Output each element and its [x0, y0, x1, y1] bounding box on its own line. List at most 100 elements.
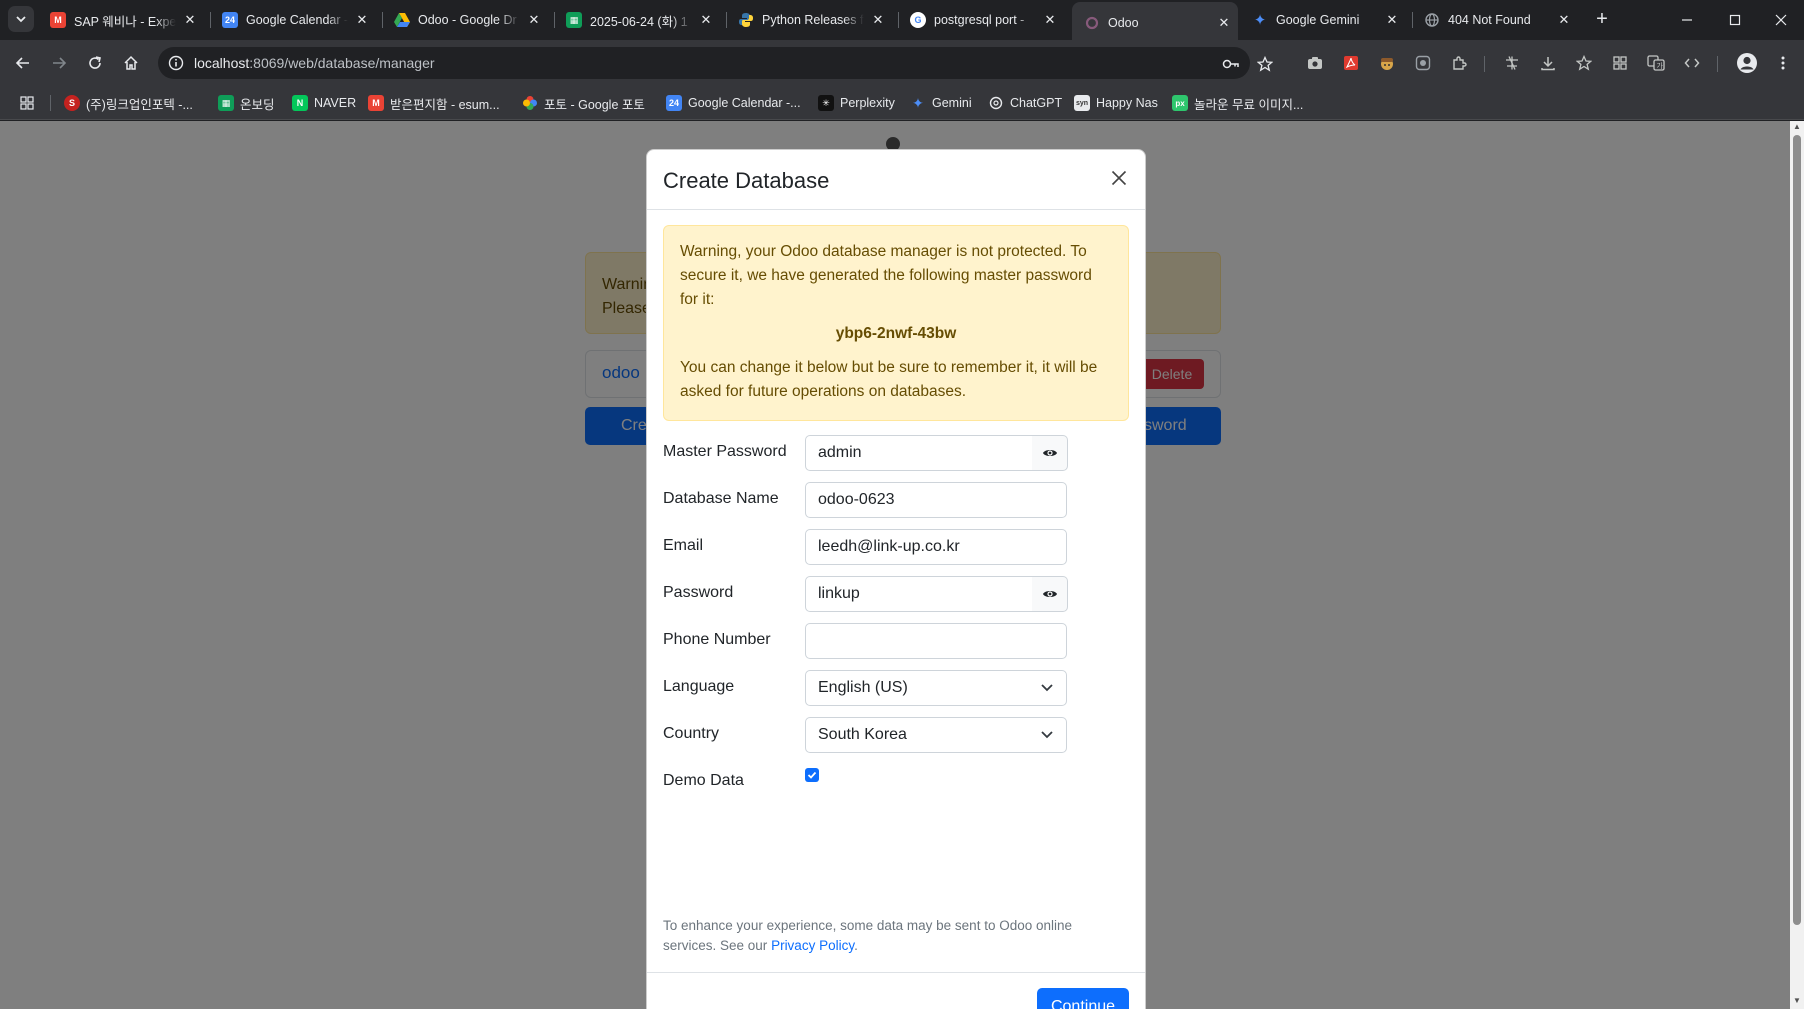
scroll-down-icon[interactable]: ▼: [1793, 997, 1801, 1005]
arrow-left-icon: [15, 57, 29, 69]
url-text[interactable]: localhost:8069/web/database/manager: [194, 55, 435, 71]
privacy-policy-link[interactable]: Privacy Policy: [771, 938, 854, 953]
phone-input[interactable]: [805, 623, 1067, 659]
tab-title: Python Releases fo: [762, 13, 864, 27]
tab-postgresql-port[interactable]: G postgresql port - ✕: [904, 6, 1064, 34]
continue-button[interactable]: Continue: [1037, 988, 1129, 1009]
bookmark-perplexity[interactable]: ✳ Perplexity: [818, 94, 895, 112]
gemini-icon: ✦: [1253, 12, 1267, 29]
close-icon[interactable]: ✕: [1042, 12, 1058, 28]
extensions-puzzle-icon[interactable]: [1448, 52, 1470, 74]
language-label: Language: [663, 678, 735, 695]
tab-google-calendar[interactable]: 24 Google Calendar - ✕: [216, 6, 376, 34]
gmail-icon: M: [50, 12, 66, 28]
tab-python-releases[interactable]: Python Releases fo ✕: [732, 6, 892, 34]
language-selected-value: English (US): [818, 679, 908, 696]
password-toggle[interactable]: [1032, 576, 1068, 612]
password-row: Password linkup: [663, 576, 1129, 612]
performance-icon[interactable]: [1501, 52, 1523, 74]
tab-odoo[interactable]: Odoo ✕: [1072, 2, 1238, 40]
close-icon[interactable]: ✕: [1216, 15, 1232, 31]
close-icon[interactable]: ✕: [1384, 12, 1400, 28]
bookmark-naver[interactable]: N NAVER: [292, 94, 356, 112]
address-bar[interactable]: localhost:8069/web/database/manager: [158, 47, 1250, 79]
page-viewport: Warnin Please odoo Delete Cre ssword Cre…: [0, 121, 1790, 1009]
scroll-up-icon[interactable]: ▲: [1793, 123, 1801, 131]
reload-button[interactable]: [82, 50, 108, 76]
linkup-icon: S: [64, 95, 80, 111]
new-tab-button[interactable]: +: [1590, 8, 1614, 32]
camera-icon[interactable]: [1304, 52, 1326, 74]
minimize-button[interactable]: [1664, 0, 1710, 40]
tab-search-button[interactable]: [8, 6, 34, 32]
bookmark-gemini[interactable]: ✦ Gemini: [910, 94, 972, 112]
forward-button[interactable]: [46, 50, 72, 76]
master-password-toggle[interactable]: [1032, 435, 1068, 471]
close-icon[interactable]: ✕: [698, 12, 714, 28]
home-button[interactable]: [118, 50, 144, 76]
close-icon[interactable]: ✕: [354, 12, 370, 28]
tab-sap[interactable]: M SAP 웨비나 - Expe ✕: [44, 6, 204, 34]
bookmark-label: ChatGPT: [1010, 96, 1063, 110]
bookmark-pixabay[interactable]: px 놀라운 무료 이미지...: [1172, 94, 1303, 112]
calendar-icon: 24: [666, 95, 682, 111]
master-password-input[interactable]: admin: [805, 435, 1033, 471]
database-name-input[interactable]: odoo-0623: [805, 482, 1067, 518]
synology-icon: syn: [1074, 95, 1090, 111]
close-icon[interactable]: ✕: [870, 12, 886, 28]
code-icon[interactable]: [1681, 52, 1703, 74]
pdf-icon[interactable]: [1340, 52, 1362, 74]
download-icon[interactable]: [1537, 52, 1559, 74]
country-row: Country South Korea: [663, 717, 1129, 753]
email-label: Email: [663, 537, 704, 554]
language-select[interactable]: English (US): [805, 670, 1067, 706]
bookmark-star-icon[interactable]: [1256, 55, 1274, 73]
bookmark-chatgpt[interactable]: ChatGPT: [988, 94, 1062, 112]
apps-grid-icon[interactable]: [1609, 52, 1631, 74]
bookmark-inbox[interactable]: M 받은편지함 - esum...: [368, 94, 500, 112]
country-label: Country: [663, 725, 720, 742]
tab-title: Odoo: [1108, 16, 1139, 30]
tab-odoo-drive[interactable]: Odoo - Google Dr ✕: [388, 6, 548, 34]
email-input[interactable]: leedh@link-up.co.kr: [805, 529, 1067, 565]
bookmark-label: Gemini: [932, 96, 972, 110]
browser-menu-icon[interactable]: [1772, 52, 1794, 74]
close-icon[interactable]: ✕: [526, 12, 542, 28]
svg-text:가: 가: [1657, 61, 1664, 70]
country-select[interactable]: South Korea: [805, 717, 1067, 753]
bookmark-linkup[interactable]: S (주)링크업인포텍 -...: [64, 94, 193, 112]
close-icon[interactable]: ✕: [1556, 12, 1572, 28]
tab-divider: [1412, 12, 1413, 28]
tab-google-gemini[interactable]: ✦ Google Gemini ✕: [1246, 6, 1406, 34]
password-key-icon[interactable]: [1222, 55, 1240, 73]
bookmark-happy-nas[interactable]: syn Happy Nas: [1074, 94, 1158, 112]
tab-title: Google Gemini: [1276, 13, 1360, 27]
phone-row: Phone Number: [663, 623, 1129, 659]
scroll-thumb[interactable]: [1793, 135, 1801, 925]
extension-character-icon[interactable]: [1376, 52, 1398, 74]
bookmark-onboarding[interactable]: ▦ 온보딩: [218, 94, 275, 112]
modal-close-button[interactable]: [1107, 166, 1131, 190]
bookmark-label: Perplexity: [840, 96, 895, 110]
back-button[interactable]: [10, 50, 36, 76]
apps-icon[interactable]: [18, 94, 36, 112]
translate-icon[interactable]: 가: [1645, 52, 1667, 74]
window-close-button[interactable]: [1758, 0, 1804, 40]
tab-sheet-2025[interactable]: ▦ 2025-06-24 (화) 1 ✕: [560, 6, 720, 34]
tab-strip: M SAP 웨비나 - Expe ✕ 24 Google Calendar - …: [0, 0, 1804, 40]
bookmark-google-photos[interactable]: 포토 - Google 포토: [522, 94, 645, 112]
site-info-button[interactable]: [166, 53, 186, 73]
demo-data-checkbox[interactable]: [805, 768, 819, 782]
password-input[interactable]: linkup: [805, 576, 1033, 612]
bookmark-label: 포토 - Google 포토: [544, 97, 645, 112]
bookmark-label: Happy Nas: [1096, 96, 1158, 110]
maximize-button[interactable]: [1712, 0, 1758, 40]
bookmark-google-calendar[interactable]: 24 Google Calendar -...: [666, 94, 801, 112]
close-icon[interactable]: ✕: [182, 12, 198, 28]
page-scrollbar[interactable]: ▲ ▼: [1790, 121, 1804, 1009]
favorites-icon[interactable]: [1573, 52, 1595, 74]
profile-avatar-icon[interactable]: [1736, 52, 1758, 74]
screen-record-icon[interactable]: [1412, 52, 1434, 74]
tab-404[interactable]: 404 Not Found ✕: [1418, 6, 1578, 34]
sheets-icon: ▦: [218, 95, 234, 111]
